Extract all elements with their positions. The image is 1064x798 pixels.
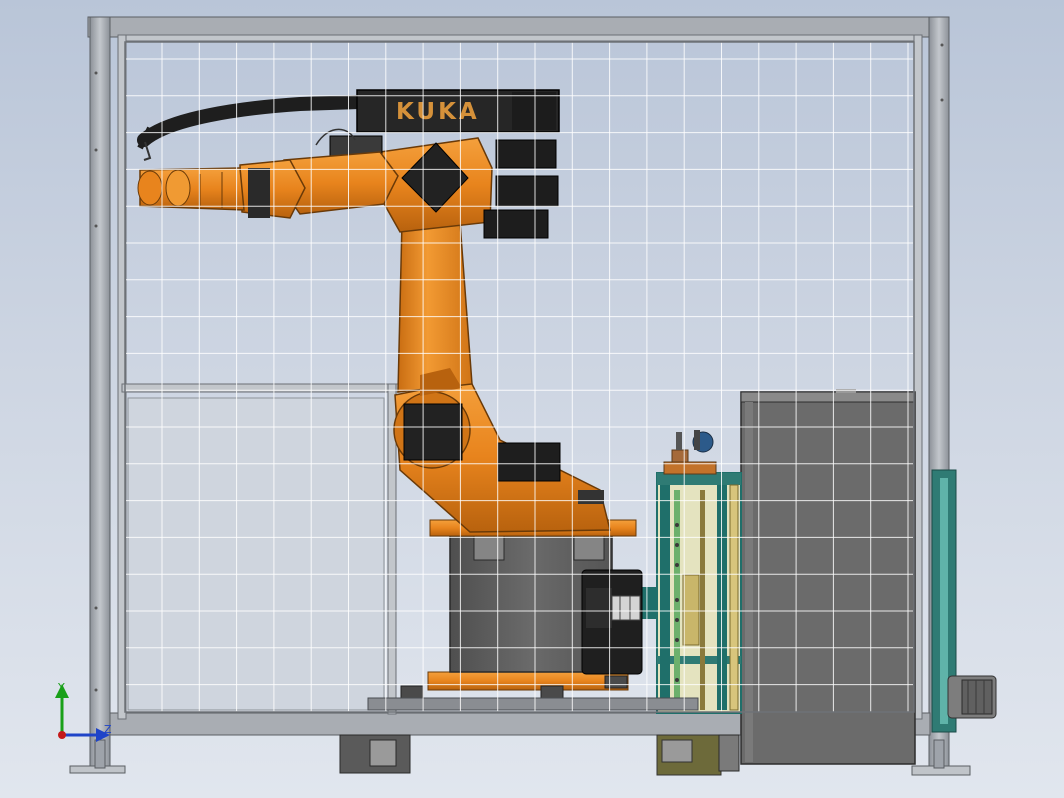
- axis-motor-3: [483, 209, 549, 239]
- control-cabinet: [740, 389, 957, 765]
- axis-motor-1: [495, 139, 557, 169]
- gear-motor: [947, 675, 997, 719]
- robot-cell-side-view: KUKA Y Z: [55, 16, 997, 776]
- z-axis-label: Z: [104, 723, 112, 736]
- kuka-logo-text: KUKA: [396, 99, 480, 125]
- access-door: [121, 383, 399, 715]
- left-post: [89, 16, 111, 770]
- cad-viewport[interactable]: KUKA Y Z: [0, 0, 1064, 798]
- top-rail: [87, 16, 949, 38]
- axis-motor-2: [495, 175, 559, 207]
- y-axis-label: Y: [57, 681, 65, 694]
